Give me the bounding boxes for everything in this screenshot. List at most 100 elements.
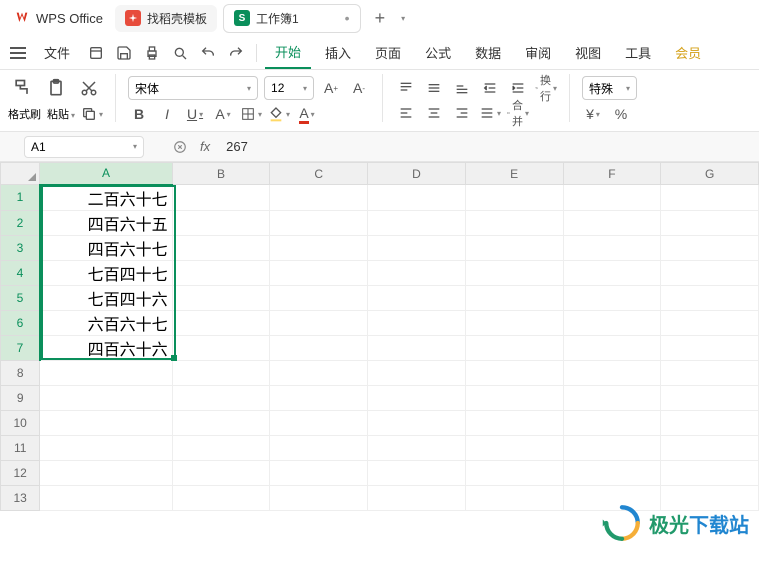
paste-button[interactable] bbox=[42, 76, 70, 100]
menu-review[interactable]: 审阅 bbox=[515, 37, 561, 68]
menu-insert[interactable]: 插入 bbox=[315, 37, 361, 68]
align-top-icon[interactable] bbox=[395, 77, 417, 99]
cell[interactable]: 四百六十六 bbox=[40, 335, 172, 360]
menu-page[interactable]: 页面 bbox=[365, 37, 411, 68]
row-header[interactable]: 12 bbox=[1, 460, 40, 485]
align-bottom-icon[interactable] bbox=[451, 77, 473, 99]
row-header[interactable]: 8 bbox=[1, 360, 40, 385]
cell[interactable]: 七百四十六 bbox=[40, 285, 172, 310]
number-format-select[interactable]: 特殊▾ bbox=[582, 76, 637, 100]
menu-tools[interactable]: 工具 bbox=[615, 37, 661, 68]
format-painter-button[interactable] bbox=[8, 76, 36, 100]
fill-color-button[interactable]: ▾ bbox=[268, 103, 290, 125]
row-header[interactable]: 5 bbox=[1, 285, 40, 310]
font-color-button[interactable]: A▾ bbox=[296, 103, 318, 125]
tab-workbook[interactable]: S 工作簿1 • bbox=[223, 4, 361, 33]
row-header[interactable]: 1 bbox=[1, 185, 40, 211]
save-icon[interactable] bbox=[112, 41, 136, 65]
percent-button[interactable]: % bbox=[610, 103, 632, 125]
row-header[interactable]: 13 bbox=[1, 485, 40, 510]
menu-formula[interactable]: 公式 bbox=[415, 37, 461, 68]
cell[interactable]: 四百六十五 bbox=[40, 210, 172, 235]
wrap-text-button[interactable]: 换行▾ bbox=[535, 77, 557, 99]
row-header[interactable]: 9 bbox=[1, 385, 40, 410]
name-box[interactable]: A1 ▾ bbox=[24, 136, 144, 158]
decrease-font-icon[interactable]: A- bbox=[348, 77, 370, 99]
border-button[interactable]: ▾ bbox=[240, 103, 262, 125]
file-menu[interactable]: 文件 bbox=[34, 37, 80, 68]
paste-label[interactable]: 粘贴▾ bbox=[47, 106, 75, 122]
preview-icon[interactable] bbox=[168, 41, 192, 65]
title-bar: WPS Office 找稻壳模板 S 工作簿1 • + ▾ bbox=[0, 0, 759, 36]
app-name-text: WPS Office bbox=[36, 11, 103, 26]
watermark: 极光下载站 bbox=[601, 502, 749, 544]
clipboard-group: 格式刷 粘贴▾ ▾ bbox=[8, 74, 103, 127]
row-header[interactable]: 6 bbox=[1, 310, 40, 335]
row-header[interactable]: 3 bbox=[1, 235, 40, 260]
col-header-A[interactable]: A bbox=[40, 163, 172, 185]
menu-view[interactable]: 视图 bbox=[565, 37, 611, 68]
cell[interactable]: 四百六十七 bbox=[40, 235, 172, 260]
increase-font-icon[interactable]: A+ bbox=[320, 77, 342, 99]
align-center-icon[interactable] bbox=[423, 102, 445, 124]
formula-bar: A1 ▾ fx 267 bbox=[0, 132, 759, 162]
italic-button[interactable]: I bbox=[156, 103, 178, 125]
tab-dirty-indicator: • bbox=[345, 10, 350, 26]
spreadsheet-grid: A B C D E F G 1二百六十七 2四百六十五 3四百六十七 4七百四十… bbox=[0, 162, 759, 511]
col-header-C[interactable]: C bbox=[270, 163, 368, 185]
align-middle-icon[interactable] bbox=[423, 77, 445, 99]
row-header[interactable]: 2 bbox=[1, 210, 40, 235]
quick-access-btn-1[interactable] bbox=[84, 41, 108, 65]
undo-icon[interactable] bbox=[196, 41, 220, 65]
align-right-icon[interactable] bbox=[451, 102, 473, 124]
print-icon[interactable] bbox=[140, 41, 164, 65]
menu-start[interactable]: 开始 bbox=[265, 36, 311, 69]
cancel-formula-icon[interactable] bbox=[168, 140, 192, 154]
cell[interactable]: 二百六十七 bbox=[40, 185, 172, 211]
redo-icon[interactable] bbox=[224, 41, 248, 65]
format-painter-label: 格式刷 bbox=[8, 106, 41, 122]
font-size-select[interactable]: 12▾ bbox=[264, 76, 314, 100]
strikethrough-button[interactable]: A▾ bbox=[212, 103, 234, 125]
hamburger-icon[interactable] bbox=[10, 47, 26, 59]
wps-logo-icon bbox=[14, 10, 30, 26]
add-tab-button[interactable]: + bbox=[367, 8, 394, 29]
align-left-icon[interactable] bbox=[395, 102, 417, 124]
underline-button[interactable]: U▾ bbox=[184, 103, 206, 125]
font-name-select[interactable]: 宋体▾ bbox=[128, 76, 258, 100]
cut-button[interactable] bbox=[76, 77, 102, 99]
select-all-corner[interactable] bbox=[1, 163, 40, 185]
tab-list-dropdown[interactable]: ▾ bbox=[401, 14, 405, 23]
fx-label[interactable]: fx bbox=[192, 139, 218, 154]
row-header[interactable]: 7 bbox=[1, 335, 40, 360]
cell[interactable]: 七百四十七 bbox=[40, 260, 172, 285]
col-header-D[interactable]: D bbox=[368, 163, 466, 185]
formula-input[interactable]: 267 bbox=[218, 139, 759, 154]
row-header[interactable]: 4 bbox=[1, 260, 40, 285]
col-header-B[interactable]: B bbox=[172, 163, 270, 185]
align-group: 换行▾ ▾ 合并▾ bbox=[395, 74, 557, 127]
currency-button[interactable]: ¥▾ bbox=[582, 103, 604, 125]
col-header-F[interactable]: F bbox=[563, 163, 661, 185]
tab-label: 找稻壳模板 bbox=[147, 10, 207, 27]
cell[interactable]: 六百六十七 bbox=[40, 310, 172, 335]
bold-button[interactable]: B bbox=[128, 103, 150, 125]
indent-decrease-icon[interactable] bbox=[479, 77, 501, 99]
menu-member[interactable]: 会员 bbox=[665, 37, 711, 68]
separator bbox=[256, 44, 257, 62]
merge-button[interactable]: 合并▾ bbox=[507, 102, 529, 124]
justify-icon[interactable]: ▾ bbox=[479, 102, 501, 124]
row-header[interactable]: 10 bbox=[1, 410, 40, 435]
col-header-E[interactable]: E bbox=[465, 163, 563, 185]
copy-button[interactable]: ▾ bbox=[81, 103, 103, 125]
col-header-G[interactable]: G bbox=[661, 163, 759, 185]
tab-template[interactable]: 找稻壳模板 bbox=[115, 5, 217, 32]
tab-label: 工作簿1 bbox=[256, 10, 299, 27]
row-header[interactable]: 11 bbox=[1, 435, 40, 460]
app-name: WPS Office bbox=[8, 10, 109, 26]
cell-reference: A1 bbox=[31, 140, 46, 154]
menu-data[interactable]: 数据 bbox=[465, 37, 511, 68]
indent-increase-icon[interactable] bbox=[507, 77, 529, 99]
ribbon: 格式刷 粘贴▾ ▾ 宋体▾ 12▾ A+ A- B I U▾ A▾ ▾ ▾ A▾ bbox=[0, 70, 759, 132]
separator bbox=[569, 74, 570, 122]
